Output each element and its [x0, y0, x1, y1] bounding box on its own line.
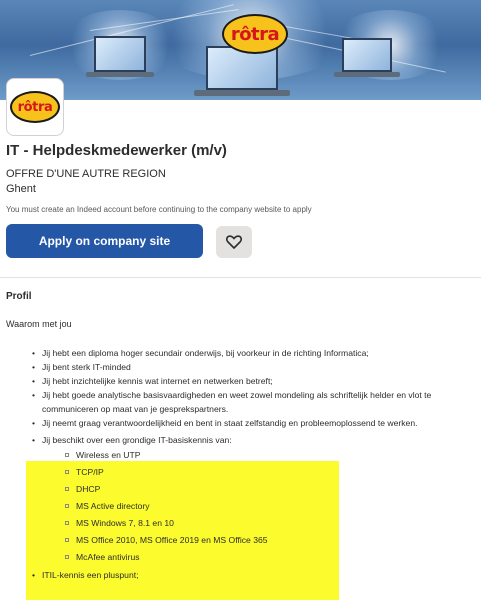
company-name[interactable]: OFFRE D'UNE AUTRE REGION — [6, 168, 166, 180]
job-location: Ghent — [6, 183, 36, 195]
list-item: • Jij beschikt over een grondige IT-basis… — [32, 433, 472, 566]
section-divider — [0, 277, 481, 278]
list-item: • ITIL-kennis een pluspunt; — [32, 570, 139, 580]
banner-logo-text: rôtra — [230, 23, 280, 45]
account-notice: You must create an Indeed account before… — [6, 205, 312, 214]
save-job-button[interactable] — [216, 226, 252, 258]
company-logo[interactable]: rôtra — [6, 78, 64, 136]
job-title: IT - Helpdeskmedewerker (m/v) — [6, 142, 227, 159]
list-item: • Jij bent sterk IT-minded — [32, 362, 131, 372]
list-item: • Jij hebt een diploma hoger secundair on… — [32, 348, 369, 358]
company-logo-mark: rôtra — [10, 91, 60, 123]
list-item: • Jij hebt inzichtelijke kennis wat inter… — [32, 376, 273, 386]
heart-icon — [226, 235, 242, 249]
apply-on-company-site-button[interactable]: Apply on company site — [6, 224, 203, 258]
list-item: • Jij neemt graag verantwoordelijkheid en… — [32, 418, 418, 428]
company-logo-text: rôtra — [17, 99, 53, 115]
sublist-item: MS Active directory — [65, 498, 472, 515]
sublist-item: DHCP — [65, 481, 472, 498]
sublist-item: McAfee antivirus — [65, 549, 472, 566]
profile-heading: Profil — [6, 291, 32, 302]
sublist-item: MS Windows 7, 8.1 en 10 — [65, 515, 472, 532]
requirements-list: • Jij hebt een diploma hoger secundair on… — [32, 346, 472, 582]
laptop-left-image — [94, 36, 146, 72]
sublist-item: Wireless en UTP — [65, 447, 472, 464]
header-banner: rôtra — [0, 0, 481, 100]
banner-brand-logo: rôtra — [222, 14, 288, 54]
sublist-item: MS Office 2010, MS Office 2019 en MS Off… — [65, 532, 472, 549]
list-item: • Jij hebt goede analytische basisvaardig… — [32, 390, 432, 414]
it-skills-sublist: Wireless en UTP TCP/IP DHCP MS Active di… — [32, 447, 472, 566]
laptop-right-image — [342, 38, 392, 72]
sublist-item: TCP/IP — [65, 464, 472, 481]
profile-intro: Waarom met jou — [6, 319, 72, 329]
